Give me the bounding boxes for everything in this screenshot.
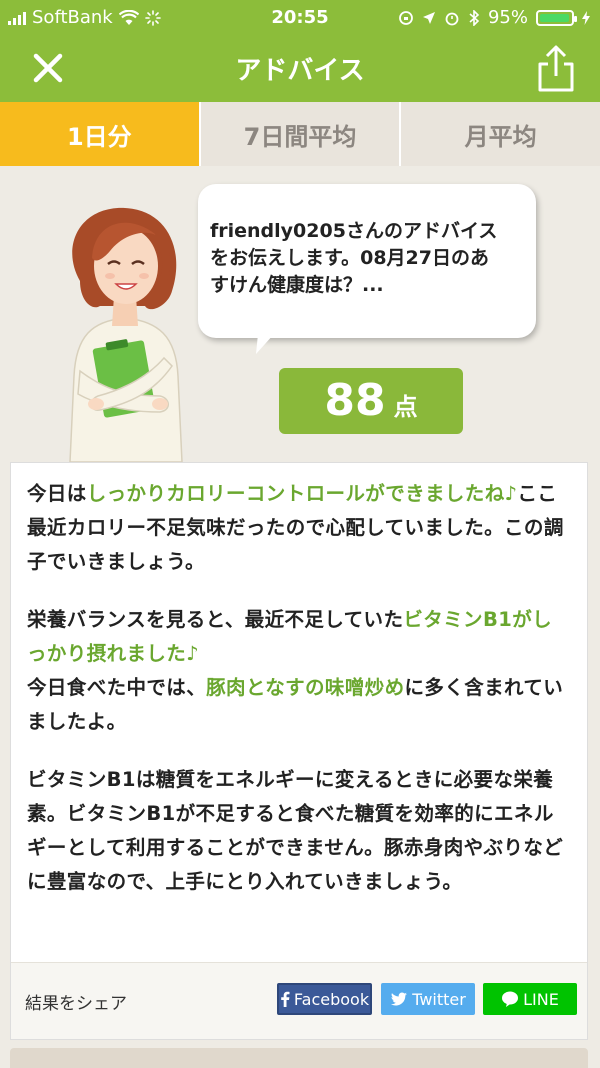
facebook-label: Facebook <box>293 989 370 1009</box>
advice-paragraph-1: 今日はしっかりカロリーコントロールができましたね♪ここ最近カロリー不足気味だった… <box>27 477 571 579</box>
tab-monthly-average[interactable]: 月平均 <box>401 102 600 166</box>
share-icon <box>538 45 574 92</box>
advice-paragraph-2: 栄養バランスを見ると、最近不足していたビタミンB1がしっかり摂れました♪ 今日食べ… <box>27 603 571 739</box>
battery-percent: 95% <box>487 7 528 28</box>
advisor-illustration <box>69 207 183 462</box>
share-label: 結果をシェア <box>25 994 127 1014</box>
score-unit: 点 <box>393 393 418 421</box>
navigation-bar: アドバイス <box>0 36 600 102</box>
period-tabs: 1日分 7日間平均 月平均 <box>0 102 600 166</box>
alarm-icon <box>445 12 459 25</box>
health-score-badge: 88 点 <box>279 368 463 434</box>
line-share-button[interactable]: LINE <box>483 983 577 1015</box>
bubble-tail <box>256 334 274 354</box>
advice-paragraph-3: ビタミンB1は糖質をエネルギーに変えるときに必要な栄養素。ビタミンB1が不足する… <box>27 768 564 893</box>
advice-highlight: 豚肉となすの味噌炒め <box>206 676 405 699</box>
advice-speech-bubble: friendly0205さんのアドバイス をお伝えします。08月27日のあ すけ… <box>198 184 536 338</box>
next-card-edge <box>10 1048 588 1068</box>
twitter-share-button[interactable]: Twitter <box>381 983 475 1015</box>
twitter-bird-icon <box>390 992 408 1006</box>
bubble-line-1: friendly0205さんのアドバイス <box>210 220 498 242</box>
bubble-line-2: をお伝えします。08月27日のあ <box>210 247 489 269</box>
tab-7day-average[interactable]: 7日間平均 <box>201 102 402 166</box>
advice-text: 今日はしっかりカロリーコントロールができましたね♪ここ最近カロリー不足気味だった… <box>11 463 587 899</box>
score-value: 88 <box>324 375 386 426</box>
twitter-label: Twitter <box>412 989 466 1009</box>
rotation-lock-icon <box>399 10 413 25</box>
bubble-line-3: すけん健康度は？... <box>210 274 384 296</box>
advice-highlight: しっかりカロリーコントロールができましたね♪ <box>86 482 518 505</box>
share-row: 結果をシェア Facebook Twitter LINE <box>11 962 587 1039</box>
advice-card: 今日はしっかりカロリーコントロールができましたね♪ここ最近カロリー不足気味だった… <box>10 462 588 1040</box>
status-bar: SoftBank 20:55 95% <box>0 0 600 36</box>
location-icon <box>422 11 435 24</box>
facebook-share-button[interactable]: Facebook <box>277 983 372 1015</box>
line-label: LINE <box>523 989 559 1009</box>
tab-daily[interactable]: 1日分 <box>0 102 201 166</box>
facebook-icon <box>281 991 290 1007</box>
status-right: 95% <box>398 7 590 28</box>
bluetooth-icon <box>469 9 480 26</box>
battery-icon <box>536 9 577 26</box>
advice-text-span: 今日は <box>27 482 87 505</box>
advice-text-span: 今日食べた中では、 <box>27 676 207 699</box>
advice-hero: friendly0205さんのアドバイス をお伝えします。08月27日のあ すけ… <box>0 166 600 462</box>
line-chat-icon <box>502 991 519 1007</box>
page-title: アドバイス <box>235 56 365 86</box>
charging-icon <box>582 10 590 25</box>
share-button[interactable] <box>534 44 578 94</box>
advice-text-span: 栄養バランスを見ると、最近不足していた <box>27 608 404 631</box>
